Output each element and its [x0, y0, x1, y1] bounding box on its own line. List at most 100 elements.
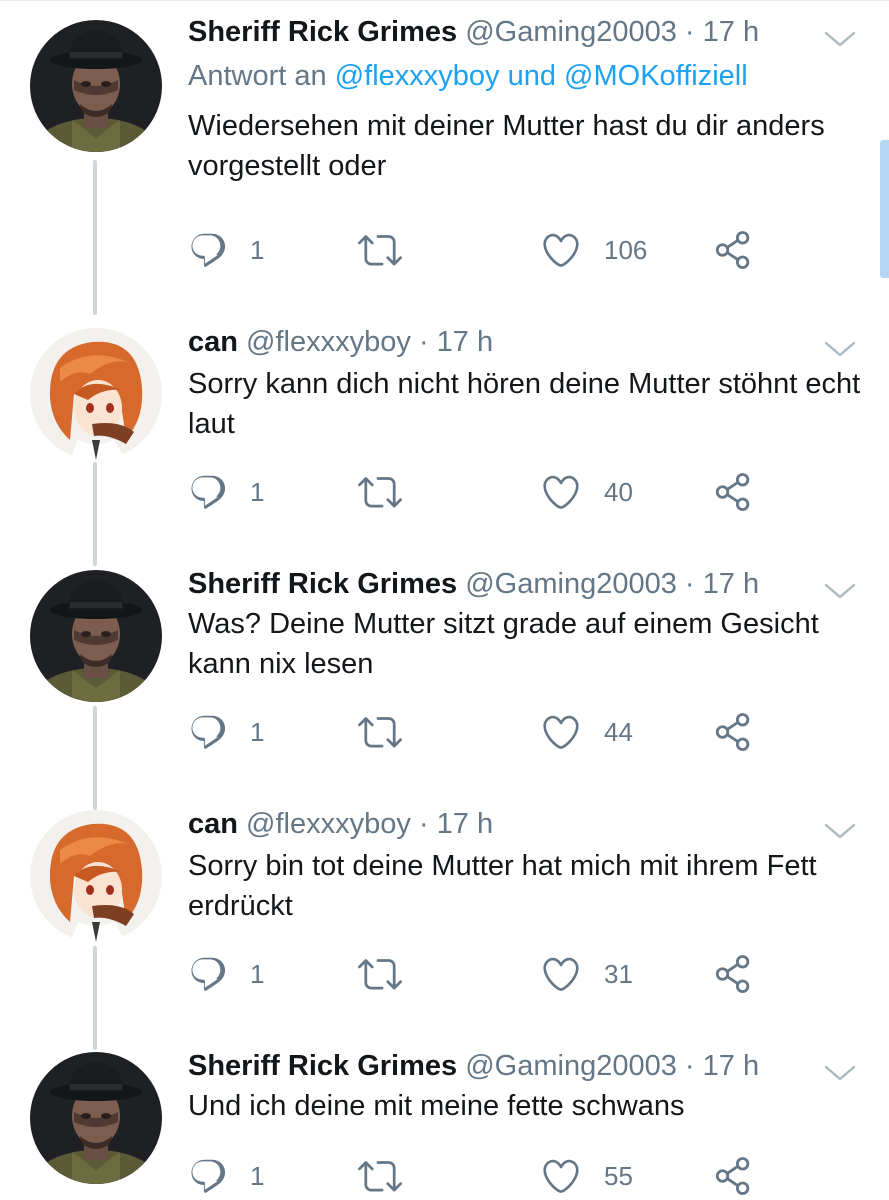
- reply-count: 1: [250, 958, 265, 989]
- like-button[interactable]: 106: [540, 228, 647, 272]
- retweet-icon: [358, 952, 402, 996]
- reply-count: 1: [250, 1160, 265, 1191]
- avatar[interactable]: [30, 810, 162, 942]
- chevron-down-icon[interactable]: [822, 338, 858, 360]
- timestamp[interactable]: 17 h: [703, 16, 759, 48]
- tweet-actions: 1 44: [188, 710, 768, 754]
- reply-mention[interactable]: @flexxxyboy: [335, 60, 500, 92]
- retweet-icon: [358, 1154, 402, 1198]
- user-handle[interactable]: @Gaming20003: [465, 16, 677, 48]
- tweet-header: Sheriff Rick Grimes @Gaming20003 · 17 h: [188, 566, 759, 602]
- tweet-text: Sorry bin tot deine Mutter hat mich mit …: [188, 850, 817, 922]
- share-button[interactable]: [712, 228, 754, 272]
- chevron-down-icon[interactable]: [822, 1062, 858, 1084]
- reply-prefix: Antwort an: [188, 60, 327, 92]
- retweet-button[interactable]: [358, 1154, 402, 1198]
- display-name[interactable]: can: [188, 808, 238, 840]
- like-button[interactable]: 55: [540, 1154, 633, 1198]
- tweet-actions: 1 31: [188, 952, 768, 996]
- reply-icon: [188, 472, 228, 512]
- tweet-header: can @flexxxyboy · 17 h: [188, 806, 493, 842]
- reply-count: 1: [250, 234, 265, 265]
- reply-icon: [188, 1156, 228, 1196]
- separator: ·: [684, 568, 695, 600]
- like-button[interactable]: 44: [540, 710, 633, 754]
- share-icon: [712, 471, 754, 513]
- reply-button[interactable]: 1: [188, 470, 264, 514]
- share-button[interactable]: [712, 1154, 754, 1198]
- retweet-button[interactable]: [358, 228, 402, 272]
- reply-button[interactable]: 1: [188, 710, 264, 754]
- share-button[interactable]: [712, 470, 754, 514]
- display-name[interactable]: can: [188, 326, 238, 358]
- heart-icon: [540, 953, 582, 995]
- reply-mention[interactable]: @MOKoffiziell: [564, 60, 748, 92]
- user-handle[interactable]: @flexxxyboy: [246, 808, 411, 840]
- retweet-button[interactable]: [358, 470, 402, 514]
- tweet[interactable]: Sheriff Rick Grimes @Gaming20003 · 17 h …: [0, 14, 889, 284]
- display-name[interactable]: Sheriff Rick Grimes: [188, 16, 457, 48]
- reply-count: 1: [250, 716, 265, 747]
- display-name[interactable]: Sheriff Rick Grimes: [188, 1050, 457, 1082]
- tweet-header: Sheriff Rick Grimes @Gaming20003 · 17 h: [188, 14, 759, 50]
- reply-count: 1: [250, 476, 265, 507]
- reply-icon: [188, 954, 228, 994]
- share-button[interactable]: [712, 952, 754, 996]
- share-icon: [712, 711, 754, 753]
- chevron-down-icon[interactable]: [822, 28, 858, 50]
- share-icon: [712, 1155, 754, 1197]
- separator: ·: [684, 1050, 695, 1082]
- tweet[interactable]: Sheriff Rick Grimes @Gaming20003 · 17 h …: [0, 1048, 889, 1200]
- like-count: 31: [604, 958, 633, 989]
- share-icon: [712, 229, 754, 271]
- tweet-text: Wiedersehen mit deiner Mutter hast du di…: [188, 110, 825, 182]
- avatar[interactable]: [30, 20, 162, 152]
- rick-grimes-avatar-image: [30, 570, 162, 702]
- like-button[interactable]: 31: [540, 952, 633, 996]
- heart-icon: [540, 711, 582, 753]
- chevron-down-icon[interactable]: [822, 580, 858, 602]
- tweet-text: Was? Deine Mutter sitzt grade auf einem …: [188, 608, 819, 680]
- share-button[interactable]: [712, 710, 754, 754]
- timestamp[interactable]: 17 h: [703, 1050, 759, 1082]
- retweet-icon: [358, 228, 402, 272]
- tweet[interactable]: can @flexxxyboy · 17 h Sorry bin tot dei…: [0, 806, 889, 1016]
- reply-icon: [188, 230, 228, 270]
- timestamp[interactable]: 17 h: [437, 808, 493, 840]
- tweet[interactable]: Sheriff Rick Grimes @Gaming20003 · 17 h …: [0, 566, 889, 776]
- avatar[interactable]: [30, 570, 162, 702]
- timestamp[interactable]: 17 h: [703, 568, 759, 600]
- tweet-header: Sheriff Rick Grimes @Gaming20003 · 17 h: [188, 1048, 759, 1084]
- separator: ·: [418, 326, 429, 358]
- like-count: 55: [604, 1160, 633, 1191]
- reply-icon: [188, 712, 228, 752]
- like-button[interactable]: 40: [540, 470, 633, 514]
- retweet-button[interactable]: [358, 952, 402, 996]
- tweet-actions: 1 40: [188, 470, 768, 514]
- heart-icon: [540, 229, 582, 271]
- anime-avatar-image: [30, 810, 162, 942]
- user-handle[interactable]: @Gaming20003: [465, 568, 677, 600]
- retweet-button[interactable]: [358, 710, 402, 754]
- tweet-text: Und ich deine mit meine fette schwans: [188, 1090, 685, 1122]
- rick-grimes-avatar-image: [30, 20, 162, 152]
- separator: ·: [418, 808, 429, 840]
- retweet-icon: [358, 470, 402, 514]
- user-handle[interactable]: @Gaming20003: [465, 1050, 677, 1082]
- reply-button[interactable]: 1: [188, 952, 264, 996]
- share-icon: [712, 953, 754, 995]
- display-name[interactable]: Sheriff Rick Grimes: [188, 568, 457, 600]
- tweet[interactable]: can @flexxxyboy · 17 h Sorry kann dich n…: [0, 324, 889, 534]
- tweet-actions: 1 55: [188, 1154, 768, 1198]
- user-handle[interactable]: @flexxxyboy: [246, 326, 411, 358]
- timestamp[interactable]: 17 h: [437, 326, 493, 358]
- tweet-actions: 1 106: [188, 228, 768, 272]
- avatar[interactable]: [30, 328, 162, 460]
- separator: ·: [684, 16, 695, 48]
- reply-button[interactable]: 1: [188, 228, 264, 272]
- reply-and[interactable]: und: [508, 60, 556, 92]
- reply-button[interactable]: 1: [188, 1154, 264, 1198]
- avatar[interactable]: [30, 1052, 162, 1184]
- chevron-down-icon[interactable]: [822, 820, 858, 842]
- tweet-header: can @flexxxyboy · 17 h: [188, 324, 493, 360]
